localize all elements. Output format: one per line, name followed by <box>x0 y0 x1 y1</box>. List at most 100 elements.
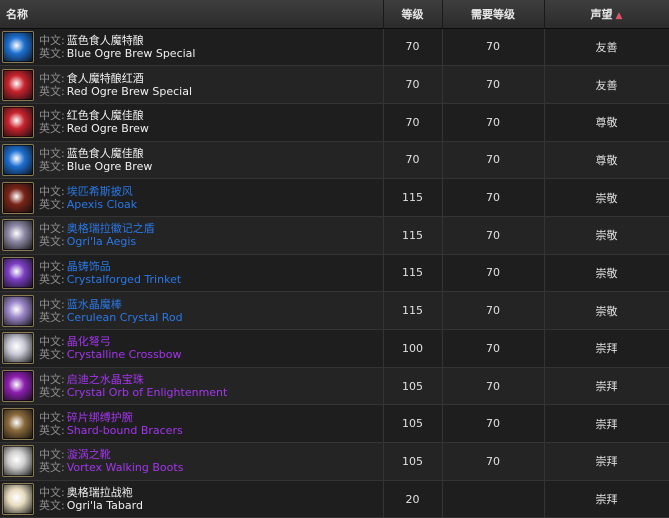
item-chinese-name[interactable]: 蓝水晶魔棒 <box>67 298 122 311</box>
item-english-name[interactable]: Crystal Orb of Enlightenment <box>67 386 228 399</box>
item-en-line: 英文: Vortex Walking Boots <box>39 461 183 474</box>
table-row[interactable]: 中文: 碎片绑缚护腕 英文: Shard-bound Bracers 105 70 崇拜 <box>0 404 669 444</box>
item-english-name[interactable]: Crystalline Crossbow <box>67 348 182 361</box>
item-level: 70 <box>383 28 443 67</box>
shield-icon[interactable] <box>2 219 34 252</box>
crystal-trinket-icon[interactable] <box>2 256 34 289</box>
item-reputation: 崇敬 <box>544 254 669 293</box>
item-chinese-name[interactable]: 漩涡之靴 <box>67 448 111 461</box>
item-chinese-name[interactable]: 蓝色食人魔特酿 <box>67 34 144 47</box>
item-name-cell: 中文: 碎片绑缚护腕 英文: Shard-bound Bracers <box>0 404 384 444</box>
chinese-label: 中文: <box>39 297 65 311</box>
item-chinese-name[interactable]: 食人魔特酿红酒 <box>67 72 144 85</box>
item-english-name[interactable]: Red Ogre Brew Special <box>67 85 192 98</box>
item-en-line: 英文: Crystal Orb of Enlightenment <box>39 386 227 399</box>
item-level: 115 <box>383 178 443 217</box>
column-header-level[interactable]: 等级 <box>383 0 443 29</box>
blue-potion-icon[interactable] <box>2 143 34 176</box>
item-name-wrap: 中文: 蓝色食人魔佳酿 英文: Blue Ogre Brew <box>2 142 383 178</box>
table-row[interactable]: 中文: 漩涡之靴 英文: Vortex Walking Boots 105 70 崇拜 <box>0 442 669 481</box>
english-label: 英文: <box>39 84 65 98</box>
table-row[interactable]: 中文: 红色食人魔佳酿 英文: Red Ogre Brew 70 70 尊敬 <box>0 103 669 142</box>
item-en-line: 英文: Crystalforged Trinket <box>39 273 181 286</box>
item-en-line: 英文: Ogri'la Aegis <box>39 235 155 248</box>
item-english-name[interactable]: Shard-bound Bracers <box>67 424 183 437</box>
item-level: 115 <box>383 291 443 330</box>
blue-potion-icon[interactable] <box>2 30 34 63</box>
item-chinese-name[interactable]: 奥格瑞拉战袍 <box>67 486 133 499</box>
item-names: 中文: 蓝色食人魔佳酿 英文: Blue Ogre Brew <box>39 147 152 173</box>
table-row[interactable]: 中文: 埃匹希斯披风 英文: Apexis Cloak 115 70 崇敬 <box>0 178 669 217</box>
item-chinese-name[interactable]: 奥格瑞拉徽记之盾 <box>67 222 155 235</box>
item-names: 中文: 奥格瑞拉战袍 英文: Ogri'la Tabard <box>39 486 143 512</box>
item-reputation: 友善 <box>544 28 669 67</box>
item-english-name[interactable]: Blue Ogre Brew Special <box>67 47 196 60</box>
table-row[interactable]: 中文: 晶化弩弓 英文: Crystalline Crossbow 100 70 崇拜 <box>0 329 669 368</box>
item-chinese-name[interactable]: 碎片绑缚护腕 <box>67 411 133 424</box>
table-row[interactable]: 中文: 蓝水晶魔棒 英文: Cerulean Crystal Rod 115 70 崇敬 <box>0 291 669 330</box>
table-row[interactable]: 中文: 蓝色食人魔佳酿 英文: Blue Ogre Brew 70 70 尊敬 <box>0 141 669 180</box>
item-name-wrap: 中文: 埃匹希斯披风 英文: Apexis Cloak <box>2 180 383 216</box>
item-names: 中文: 晶化弩弓 英文: Crystalline Crossbow <box>39 335 181 361</box>
item-cn-line: 中文: 晶化弩弓 <box>39 335 181 348</box>
crystal-rod-icon[interactable] <box>2 294 34 327</box>
item-names: 中文: 碎片绑缚护腕 英文: Shard-bound Bracers <box>39 411 183 437</box>
item-english-name[interactable]: Blue Ogre Brew <box>67 160 153 173</box>
table-row[interactable]: 中文: 奥格瑞拉徽记之盾 英文: Ogri'la Aegis 115 70 崇敬 <box>0 216 669 255</box>
column-header-reputation[interactable]: 声望 ▲ <box>544 0 669 29</box>
table-row[interactable]: 中文: 蓝色食人魔特酿 英文: Blue Ogre Brew Special 70 70 友… <box>0 28 669 67</box>
item-name-wrap: 中文: 蓝色食人魔特酿 英文: Blue Ogre Brew Special <box>2 29 383 65</box>
item-chinese-name[interactable]: 晶化弩弓 <box>67 335 111 348</box>
item-name-wrap: 中文: 奥格瑞拉战袍 英文: Ogri'la Tabard <box>2 481 383 517</box>
english-label: 英文: <box>39 348 65 362</box>
item-required-level: 70 <box>442 367 545 406</box>
item-required-level: 70 <box>442 329 545 368</box>
table-row[interactable]: 中文: 食人魔特酿红酒 英文: Red Ogre Brew Special 70 70 友善 <box>0 65 669 104</box>
cloak-icon[interactable] <box>2 181 34 214</box>
item-reputation: 崇敬 <box>544 216 669 255</box>
item-chinese-name[interactable]: 晶铸饰品 <box>67 260 111 273</box>
item-chinese-name[interactable]: 蓝色食人魔佳酿 <box>67 147 144 160</box>
item-chinese-name[interactable]: 埃匹希斯披风 <box>67 185 133 198</box>
table-row[interactable]: 中文: 晶铸饰品 英文: Crystalforged Trinket 115 70 崇敬 <box>0 254 669 293</box>
red-potion-icon[interactable] <box>2 68 34 101</box>
chinese-label: 中文: <box>39 335 65 349</box>
orb-icon[interactable] <box>2 370 34 403</box>
chinese-label: 中文: <box>39 373 65 387</box>
item-english-name[interactable]: Vortex Walking Boots <box>67 461 184 474</box>
item-en-line: 英文: Apexis Cloak <box>39 198 137 211</box>
english-label: 英文: <box>39 423 65 437</box>
item-required-level: 70 <box>442 216 545 255</box>
item-english-name[interactable]: Cerulean Crystal Rod <box>67 311 183 324</box>
item-name-wrap: 中文: 晶铸饰品 英文: Crystalforged Trinket <box>2 255 383 291</box>
item-english-name[interactable]: Red Ogre Brew <box>67 122 149 135</box>
item-chinese-name[interactable]: 启迪之水晶宝珠 <box>67 373 144 386</box>
boots-icon[interactable] <box>2 445 34 478</box>
chinese-label: 中文: <box>39 109 65 123</box>
table-row[interactable]: 中文: 奥格瑞拉战袍 英文: Ogri'la Tabard 20 崇拜 <box>0 480 669 518</box>
column-header-level-label: 等级 <box>401 7 424 21</box>
item-required-level: 70 <box>442 254 545 293</box>
item-reputation: 崇敬 <box>544 291 669 330</box>
item-english-name[interactable]: Ogri'la Aegis <box>67 235 136 248</box>
item-reputation: 崇拜 <box>544 442 669 481</box>
column-header-name[interactable]: 名称 <box>0 0 384 29</box>
tabard-icon[interactable] <box>2 483 34 516</box>
table-row[interactable]: 中文: 启迪之水晶宝珠 英文: Crystal Orb of Enlightenmen… <box>0 367 669 406</box>
crossbow-icon[interactable] <box>2 332 34 365</box>
column-header-required-level[interactable]: 需要等级 <box>442 0 545 29</box>
item-required-level: 70 <box>442 178 545 217</box>
chinese-label: 中文: <box>39 33 65 47</box>
item-en-line: 英文: Crystalline Crossbow <box>39 348 181 361</box>
chinese-label: 中文: <box>39 486 65 500</box>
bracers-icon[interactable] <box>2 407 34 440</box>
red-potion-icon[interactable] <box>2 106 34 139</box>
item-chinese-name[interactable]: 红色食人魔佳酿 <box>67 109 144 122</box>
english-label: 英文: <box>39 197 65 211</box>
english-label: 英文: <box>39 46 65 60</box>
item-english-name[interactable]: Crystalforged Trinket <box>67 273 181 286</box>
item-name-cell: 中文: 食人魔特酿红酒 英文: Red Ogre Brew Special <box>0 65 384 104</box>
item-english-name[interactable]: Ogri'la Tabard <box>67 499 143 512</box>
item-required-level: 70 <box>442 442 545 481</box>
item-english-name[interactable]: Apexis Cloak <box>67 198 137 211</box>
